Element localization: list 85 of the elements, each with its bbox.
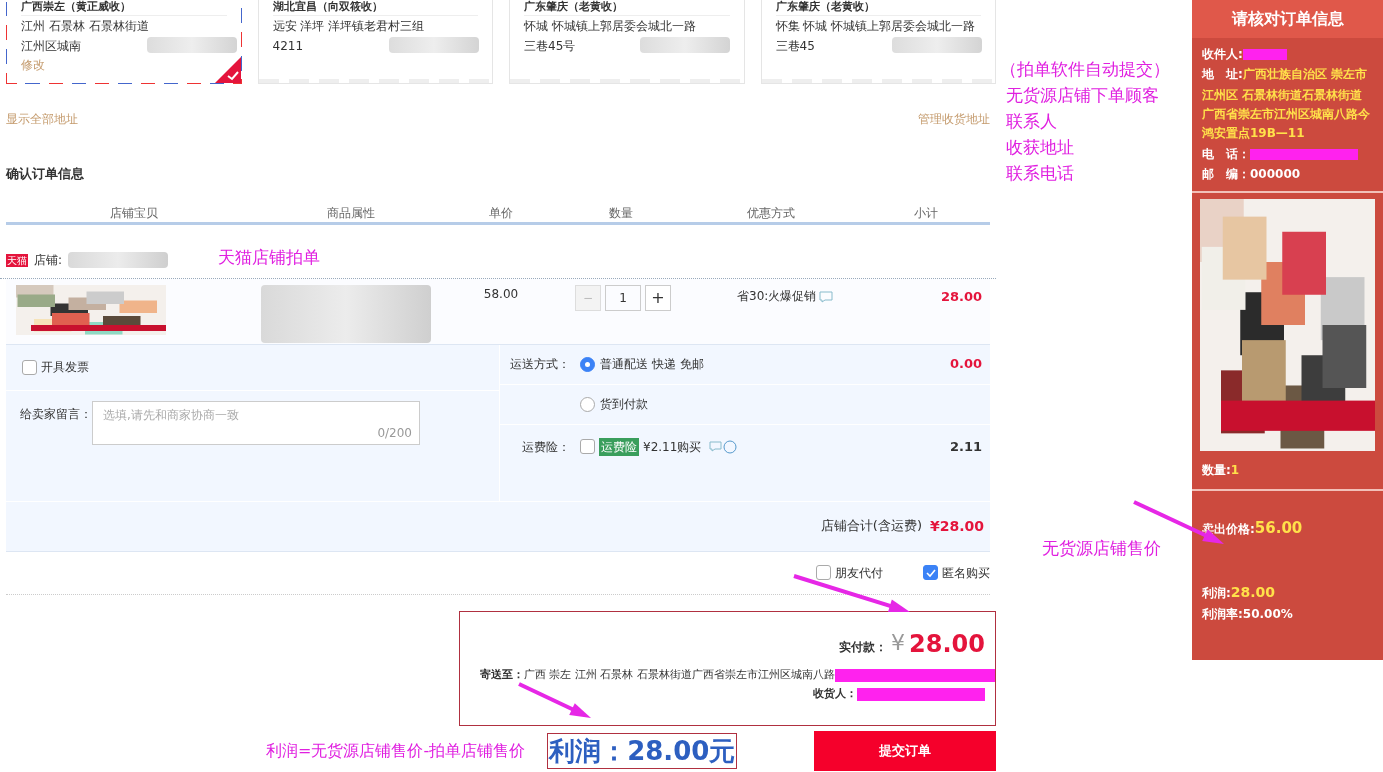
- address-card[interactable]: 广东肇庆（老黄收） 怀集 怀城 怀城镇上郭居委会城北一路 三巷45: [760, 0, 996, 84]
- annotation-text: 联系人: [1006, 110, 1058, 133]
- shop-total-label: 店铺合计(含运费): [820, 517, 922, 536]
- address-text: 江州区城南: [21, 38, 81, 55]
- column-header: 数量: [608, 204, 634, 222]
- shipping-fee: 0.00: [949, 355, 982, 374]
- profit-value: 28.00: [1230, 582, 1276, 602]
- address-card[interactable]: 广西崇左（黄正威收） 江州 石景林 石景林街道 江州区城南 修改: [6, 0, 242, 84]
- address-label: 地 址:: [1202, 66, 1243, 83]
- insurance-tag: 运费险: [599, 437, 639, 456]
- card-title: 广东肇庆（老黄收）: [524, 0, 730, 16]
- quantity-field[interactable]: 1: [605, 285, 641, 312]
- ship-to-address: 广西 崇左 江州 石景林 石景林街道广西省崇左市江州区城南八路: [524, 667, 835, 684]
- column-header: 优惠方式: [746, 204, 796, 222]
- radio-label: 普通配送 快递 免邮: [600, 356, 704, 373]
- profit-rate: 利润率:50.00%: [1201, 605, 1294, 623]
- increase-button[interactable]: +: [645, 285, 671, 312]
- section-title: 确认订单信息: [4, 165, 85, 183]
- column-header: 小计: [912, 204, 939, 222]
- checkbox[interactable]: [816, 565, 831, 581]
- address-text: 远安 洋坪 洋坪镇老君村三组: [272, 18, 425, 35]
- shop-label: 店铺:: [34, 252, 63, 270]
- annotation-text: 无货源店铺下单顾客: [1006, 84, 1160, 107]
- quantity-label: 数量:: [1202, 462, 1231, 479]
- checkbox-label: 匿名购买: [942, 564, 990, 582]
- paid-label: 实付款：: [839, 639, 888, 657]
- annotation-text: 联系电话: [1006, 162, 1075, 185]
- currency-symbol: ¥: [891, 629, 906, 658]
- checkbox[interactable]: [580, 439, 595, 454]
- tmall-badge: 天猫: [6, 253, 28, 267]
- annotation-text: 天猫店铺拍单: [218, 245, 321, 269]
- unit-price: 58.00: [482, 286, 520, 304]
- annotation-text: 无货源店铺售价: [1042, 537, 1162, 560]
- quantity-value: 1: [1230, 462, 1240, 479]
- postcode-text: 邮 编：000000: [1202, 166, 1302, 183]
- insurance-label: 运费险：: [521, 438, 571, 456]
- panel-title: 请核对订单信息: [1192, 0, 1383, 38]
- ship-to-label: 寄送至：: [480, 667, 524, 684]
- card-title: 湖北宜昌（向双筱收）: [272, 0, 478, 16]
- check-icon: [925, 567, 936, 578]
- address-card[interactable]: 湖北宜昌（向双筱收） 远安 洋坪 洋坪镇老君村三组 4211: [257, 0, 493, 84]
- character-counter: 0/200: [377, 424, 412, 442]
- address-text: 怀集 怀城 怀城镇上郭居委会城北一路: [775, 18, 976, 35]
- profit-label: 利润:: [1202, 584, 1231, 602]
- receiver-label: 收件人:: [1202, 46, 1243, 63]
- receiver-label: 收货人：: [813, 685, 857, 702]
- redaction-bar: [1242, 49, 1287, 60]
- annotation-text: 利润=无货源店铺售价-拍单店铺售价: [266, 740, 526, 762]
- address-text: 怀城 怀城镇上郭居委会城北一路: [524, 18, 696, 35]
- address-text: 三巷45号: [524, 38, 576, 55]
- address-text: 广西壮族自治区 崇左市: [1242, 66, 1367, 83]
- column-header: 商品属性: [326, 204, 376, 222]
- message-label: 给卖家留言：: [20, 405, 92, 423]
- checkbox-label: 朋友代付: [835, 564, 883, 582]
- submit-order-button[interactable]: 提交订单: [814, 731, 996, 771]
- address-text: 4211: [272, 38, 304, 55]
- card-title: 广东肇庆（老黄收）: [775, 0, 981, 16]
- column-header: 店铺宝贝: [108, 204, 159, 222]
- annotation-text: （拍单软件自动提交）: [1000, 58, 1171, 81]
- subtotal: 28.00: [940, 288, 982, 307]
- radio-label: 货到付款: [600, 396, 648, 413]
- checkbox[interactable]: [923, 565, 938, 581]
- column-header: 单价: [488, 204, 514, 222]
- profit-callout: 利润：28.00元: [547, 733, 738, 769]
- checkbox-label: 开具发票: [41, 359, 89, 376]
- paid-amount: 28.00: [909, 629, 985, 660]
- insurance-price: ¥2.11购买: [643, 438, 702, 456]
- card-title: 广西崇左（黄正威收）: [21, 0, 227, 16]
- shop-total: ¥28.00: [929, 516, 984, 536]
- address-text: 三巷45: [775, 38, 815, 55]
- help-icon: [709, 439, 738, 454]
- address-card[interactable]: 广东肇庆（老黄收） 怀城 怀城镇上郭居委会城北一路 三巷45号: [509, 0, 745, 84]
- address-text: 江州区 石景林街道石景林街道广西省崇左市江州区城南八路今鸿安置点19B—11: [1202, 87, 1371, 142]
- checkbox[interactable]: [22, 359, 37, 375]
- radio-button[interactable]: [580, 356, 595, 372]
- comment-icon: [819, 291, 834, 304]
- selected-check-icon: [214, 57, 241, 83]
- address-text: 江州 石景林 石景林街道: [21, 18, 149, 35]
- annotation-text: 收获地址: [1006, 136, 1075, 159]
- insurance-fee: 2.11: [949, 437, 982, 456]
- phone-label: 电 话：: [1202, 146, 1250, 163]
- shipping-label: 运送方式：: [509, 356, 571, 373]
- radio-button[interactable]: [580, 396, 595, 412]
- discount-text: 省30:火爆促销: [737, 288, 817, 306]
- sale-price: 56.00: [1254, 518, 1303, 539]
